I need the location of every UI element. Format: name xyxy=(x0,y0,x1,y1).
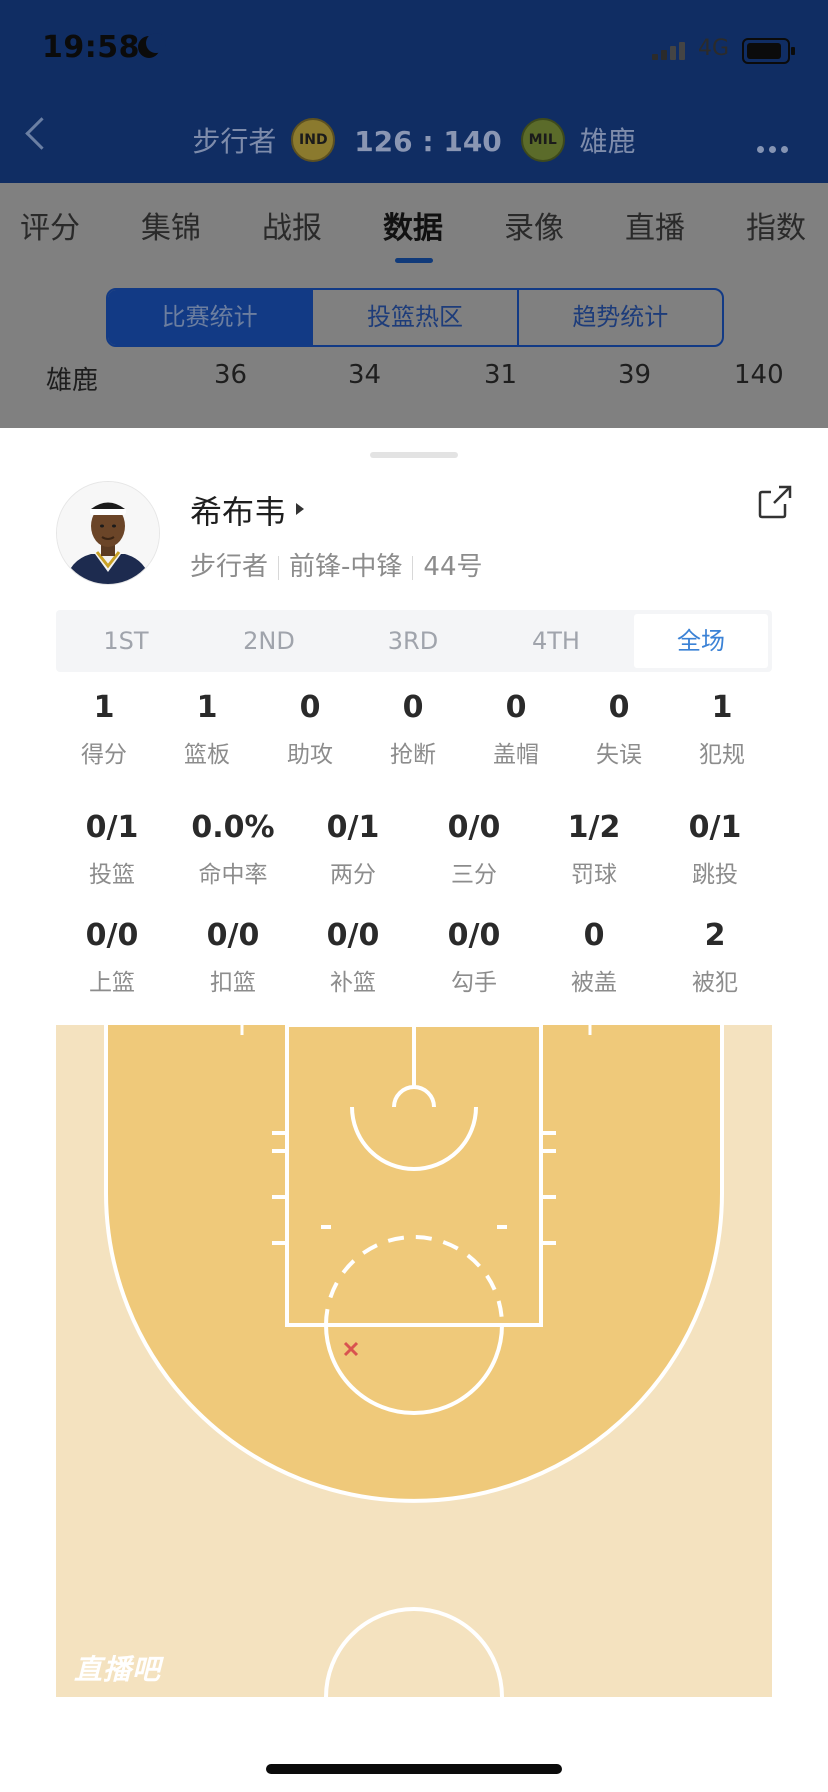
away-team-name: 雄鹿 xyxy=(579,125,636,158)
total-score: 140 xyxy=(734,360,784,390)
network-label: 4G xyxy=(698,36,730,61)
quarter-row-team: 雄鹿 xyxy=(46,366,99,396)
battery-icon xyxy=(742,38,795,64)
player-number: 44号 xyxy=(423,552,483,582)
stat-turnovers: 0 失误 xyxy=(596,690,642,768)
stat-fouls: 1 犯规 xyxy=(699,690,745,768)
tab-rating[interactable]: 评分 xyxy=(20,203,80,247)
player-meta: 步行者 前锋-中锋 44号 xyxy=(190,546,483,583)
quarter-1-score: 36 xyxy=(214,360,248,390)
stat-hook-shots: 0/0 勾手 xyxy=(447,918,501,996)
team-quarter-row: 雄鹿 36 34 31 39 140 xyxy=(0,360,828,400)
segment-shot-zones[interactable]: 投篮热区 xyxy=(313,290,519,345)
quarter-3-score: 31 xyxy=(484,360,518,390)
home-indicator[interactable] xyxy=(266,1764,562,1774)
stat-putbacks: 0/0 补篮 xyxy=(326,918,380,996)
period-selector: 1ST 2ND 3RD 4TH 全场 xyxy=(56,610,772,672)
pacers-logo-icon: IND xyxy=(291,118,336,162)
share-icon[interactable] xyxy=(757,484,793,520)
stat-field-goals: 0/1 投篮 xyxy=(85,810,139,888)
stat-two-pointers: 0/1 两分 xyxy=(326,810,380,888)
player-detail-arrow-icon[interactable] xyxy=(296,503,304,515)
stat-rebounds: 1 篮板 xyxy=(184,690,230,768)
stat-layups: 0/0 上篮 xyxy=(85,918,139,996)
tab-bar: 评分 集锦 战报 数据 录像 直播 指数 xyxy=(0,203,828,253)
sheet-grabber[interactable] xyxy=(370,452,458,458)
more-options-icon[interactable] xyxy=(757,138,793,157)
quarter-2-score: 34 xyxy=(348,360,382,390)
period-2nd[interactable]: 2ND xyxy=(199,610,339,672)
period-1st[interactable]: 1ST xyxy=(56,610,196,672)
period-4th[interactable]: 4TH xyxy=(486,610,626,672)
player-team: 步行者 xyxy=(190,552,269,582)
stat-fg-percentage: 0.0% 命中率 xyxy=(191,810,275,888)
stat-blocks: 0 盖帽 xyxy=(493,690,539,768)
tab-data[interactable]: 数据 xyxy=(383,203,443,247)
tab-highlights[interactable]: 集锦 xyxy=(141,203,201,247)
tab-report[interactable]: 战报 xyxy=(262,203,322,247)
moon-icon xyxy=(138,33,166,58)
home-team-name: 步行者 xyxy=(192,125,277,158)
player-avatar[interactable] xyxy=(56,481,160,585)
signal-icon xyxy=(652,38,692,60)
stat-points: 1 得分 xyxy=(81,690,127,768)
stat-blocked: 0 被盖 xyxy=(571,918,617,996)
segment-game-stats[interactable]: 比赛统计 xyxy=(108,290,314,345)
stat-steals: 0 抢断 xyxy=(390,690,436,768)
tab-replay[interactable]: 录像 xyxy=(504,203,564,247)
stat-free-throws: 1/2 罚球 xyxy=(567,810,621,888)
quarter-4-score: 39 xyxy=(618,360,652,390)
watermark-logo: 直播吧 xyxy=(74,1653,162,1686)
stat-three-pointers: 0/0 三分 xyxy=(447,810,501,888)
segment-trend-stats[interactable]: 趋势统计 xyxy=(519,290,722,345)
tab-live[interactable]: 直播 xyxy=(625,203,685,247)
stat-fouls-drawn: 2 被犯 xyxy=(692,918,738,996)
stat-jump-shots: 0/1 跳投 xyxy=(688,810,742,888)
score-line: 步行者 IND 126 : 140 MIL 雄鹿 xyxy=(0,118,828,165)
period-full-game[interactable]: 全场 xyxy=(634,614,768,668)
bucks-logo-icon: MIL xyxy=(520,118,565,162)
period-3rd[interactable]: 3RD xyxy=(343,610,483,672)
tab-odds[interactable]: 指数 xyxy=(746,203,806,247)
player-position: 前锋-中锋 xyxy=(289,552,403,582)
active-tab-indicator xyxy=(395,258,433,263)
game-score: 126 : 140 xyxy=(354,125,502,158)
stat-dunks: 0/0 扣篮 xyxy=(206,918,260,996)
stat-assists: 0 助攻 xyxy=(287,690,333,768)
stats-segment-control: 比赛统计 投篮热区 趋势统计 xyxy=(106,288,724,347)
status-time: 19:58 xyxy=(42,30,140,65)
player-name[interactable]: 希布韦 xyxy=(190,487,286,533)
shot-chart-court xyxy=(56,1023,772,1698)
